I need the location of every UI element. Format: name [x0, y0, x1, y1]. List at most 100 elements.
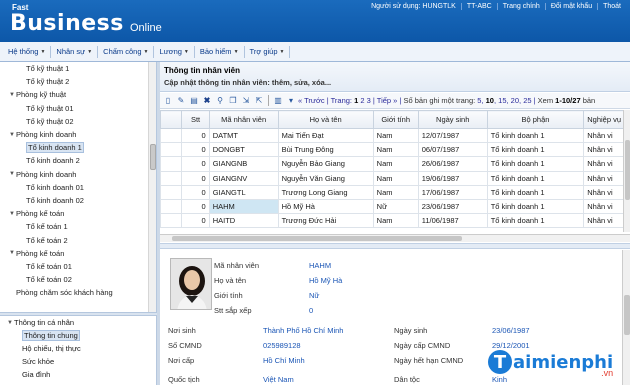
tree-node[interactable]: Tổ kỹ thuật 02 [0, 115, 156, 128]
col-department[interactable]: Bộ phận [486, 110, 585, 129]
company-code[interactable]: TT-ABC [460, 3, 497, 10]
row-selector[interactable] [160, 213, 183, 229]
copy-icon[interactable]: ❐ [227, 95, 239, 107]
page-3[interactable]: 3 [367, 96, 371, 105]
row-selector[interactable] [160, 198, 183, 215]
grid-vertical-scrollbar[interactable] [623, 110, 630, 232]
tree-node[interactable]: Tổ kinh doanh 02 [0, 194, 156, 207]
tree-node[interactable]: Tổ kỹ thuật 2 [0, 75, 156, 88]
nav-family[interactable]: Gia đình [0, 368, 156, 381]
per-page-10[interactable]: 10 [486, 96, 494, 105]
chevron-down-icon: ▼ [233, 48, 239, 55]
row-selector[interactable] [160, 127, 183, 144]
menu-system[interactable]: Hệ thống ▼ [3, 45, 52, 58]
grid-horizontal-scrollbar[interactable] [160, 234, 630, 242]
menu-timekeeping[interactable]: Chấm công ▼ [98, 45, 155, 58]
value-id-number: 025989128 [263, 341, 301, 350]
tree-node[interactable]: Tổ kế toán 02 [0, 273, 156, 286]
detail-splitter[interactable] [160, 243, 630, 249]
tree-node[interactable]: Tổ kinh doanh 2 [0, 154, 156, 167]
page-1[interactable]: 1 [354, 96, 358, 105]
table-row[interactable]: 0 HAHM Hồ Mỹ Hà Nữ 23/06/1987 Tổ kinh doanh 1… [160, 198, 624, 215]
table-cell: 17/06/1987 [417, 184, 488, 200]
scrollbar-thumb[interactable] [172, 236, 462, 241]
value-birthplace: Thành Phố Hồ Chí Minh [263, 326, 344, 335]
nav-health[interactable]: Sức khỏe [0, 355, 156, 368]
menu-insurance[interactable]: Bảo hiểm ▼ [195, 45, 245, 58]
tree-node[interactable]: Tổ kế toán 2 [0, 233, 156, 246]
tree-scrollbar[interactable] [148, 62, 156, 312]
collapse-icon[interactable]: ▼ [6, 320, 14, 326]
next-page-link[interactable]: Tiếp » [377, 96, 398, 105]
nav-passport-visa[interactable]: Hộ chiếu, thị thực [0, 342, 156, 355]
per-page-5[interactable]: 5 [477, 96, 481, 105]
menu-salary[interactable]: Lương ▼ [154, 45, 195, 58]
scrollbar-thumb[interactable] [624, 295, 630, 335]
row-selector[interactable] [160, 156, 183, 172]
table-cell: Bùi Trung Đông [277, 142, 374, 158]
watermark-text: aimienphi [513, 351, 614, 373]
menu-label: Chấm công [103, 47, 142, 56]
tree-node[interactable]: ▼ Phòng kỹ thuật [0, 88, 156, 101]
collapse-icon[interactable]: ▼ [8, 211, 16, 217]
table-row[interactable]: 0 GIANGNB Nguyễn Bảo Giang Nam 26/06/1987 Tổ … [160, 156, 624, 172]
table-row[interactable]: 0 GIANGTL Trương Long Giang Nam 17/06/1987 Tổ… [160, 184, 624, 200]
tree-node[interactable]: Phòng chăm sóc khách hàng [0, 286, 156, 299]
tree-node[interactable]: ▼ Phòng kinh doanh [0, 128, 156, 141]
table-row[interactable]: 0 GIANGNV Nguyễn Văn Giang Nam 19/06/1987 Tổ … [160, 170, 624, 186]
col-position[interactable]: Nghiệp vụ [583, 110, 624, 129]
nav-general-info[interactable]: Thông tin chung [0, 329, 156, 342]
import-icon[interactable]: ⇲ [240, 95, 252, 107]
columns-icon[interactable]: ▥ [272, 95, 284, 107]
prev-page-link[interactable]: « Trước [298, 96, 325, 105]
tree-node[interactable]: Tổ kinh doanh 1 [0, 141, 156, 154]
logout-link[interactable]: Thoát [597, 3, 626, 10]
row-selector[interactable] [160, 170, 183, 186]
menu-hr[interactable]: Nhân sự ▼ [51, 45, 99, 58]
delete-icon[interactable]: ✖ [201, 95, 213, 107]
collapse-icon[interactable]: ▼ [8, 92, 16, 98]
table-row[interactable]: 0 DONGBT Bùi Trung Đông Nam 06/07/1987 Tổ kin… [160, 142, 624, 158]
tree-node[interactable]: ▼ Phòng kinh doanh [0, 168, 156, 181]
col-birth-date[interactable]: Ngày sinh [417, 110, 488, 129]
section-personal-info[interactable]: ▼ Thông tin cá nhân [0, 316, 156, 329]
page-2[interactable]: 2 [360, 96, 364, 105]
col-employee-code[interactable]: Mã nhân viên [208, 110, 279, 129]
scrollbar-thumb[interactable] [150, 144, 156, 170]
home-link[interactable]: Trang chính [496, 3, 545, 10]
search-icon[interactable]: ⚲ [214, 95, 226, 107]
col-full-name[interactable]: Họ và tên [277, 110, 374, 129]
per-page-15[interactable]: 15 [498, 96, 506, 105]
collapse-icon[interactable]: ▼ [8, 132, 16, 138]
collapse-icon[interactable]: ▼ [8, 250, 16, 256]
export-icon[interactable]: ⇱ [253, 95, 265, 107]
scrollbar-thumb[interactable] [625, 140, 630, 200]
tree-node-label: Tổ kế toán 01 [26, 261, 72, 271]
table-row[interactable]: 0 HAITD Trương Đức Hải Nam 11/06/1987 Tổ kinh… [160, 213, 624, 229]
collapse-icon[interactable]: ▼ [8, 171, 16, 177]
tree-node[interactable]: Tổ kinh doanh 01 [0, 181, 156, 194]
per-page-20[interactable]: 20 [511, 96, 519, 105]
row-selector[interactable] [160, 184, 183, 200]
filter-icon[interactable]: ▾ [285, 95, 297, 107]
label-id-issue-date: Ngày cấp CMND [394, 341, 451, 350]
new-icon[interactable]: ▯ [162, 95, 174, 107]
tree-node[interactable]: ▼ Phòng kế toán [0, 247, 156, 260]
col-gender[interactable]: Giới tính [372, 110, 419, 129]
tree-node[interactable]: Tổ kế toán 01 [0, 260, 156, 273]
detail-vertical-scrollbar[interactable] [622, 250, 630, 385]
label-employee-code: Mã nhân viên [214, 261, 260, 270]
tree-node[interactable]: ▼ Phòng kế toán [0, 207, 156, 220]
menu-help[interactable]: Trợ giúp ▼ [245, 45, 291, 58]
row-selector[interactable] [160, 142, 183, 158]
col-stt[interactable]: Stt [181, 110, 210, 129]
per-page-25[interactable]: 25 [523, 96, 531, 105]
tree-node[interactable]: Tổ kế toán 1 [0, 220, 156, 233]
tree-node[interactable]: Tổ kỹ thuật 01 [0, 102, 156, 115]
tree-node[interactable]: Tổ kỹ thuật 1 [0, 62, 156, 75]
edit-icon[interactable]: ✎ [175, 95, 187, 107]
change-password-link[interactable]: Đổi mật khẩu [544, 3, 597, 10]
view-icon[interactable]: ▤ [188, 95, 200, 107]
table-row[interactable]: 0 DATMT Mai Tiến Đạt Nam 12/07/1987 Tổ kinh d… [160, 127, 624, 144]
watermark: T aimienphi .vn [488, 350, 614, 378]
